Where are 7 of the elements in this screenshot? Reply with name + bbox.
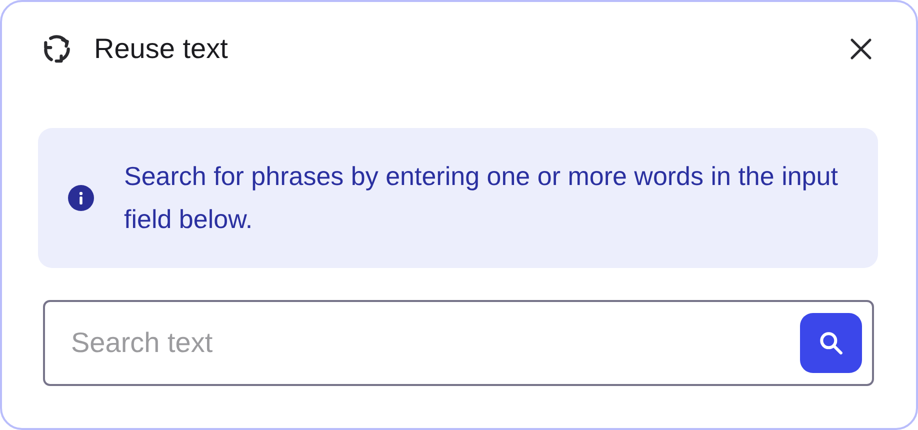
search-button[interactable] xyxy=(800,313,862,373)
search-icon xyxy=(817,329,845,357)
dialog-title: Reuse text xyxy=(94,33,229,65)
close-icon xyxy=(850,38,872,60)
search-field[interactable]: Search text xyxy=(43,300,874,386)
info-icon xyxy=(68,185,94,211)
info-message: Search for phrases by entering one or more words in the input field below. xyxy=(124,160,839,236)
